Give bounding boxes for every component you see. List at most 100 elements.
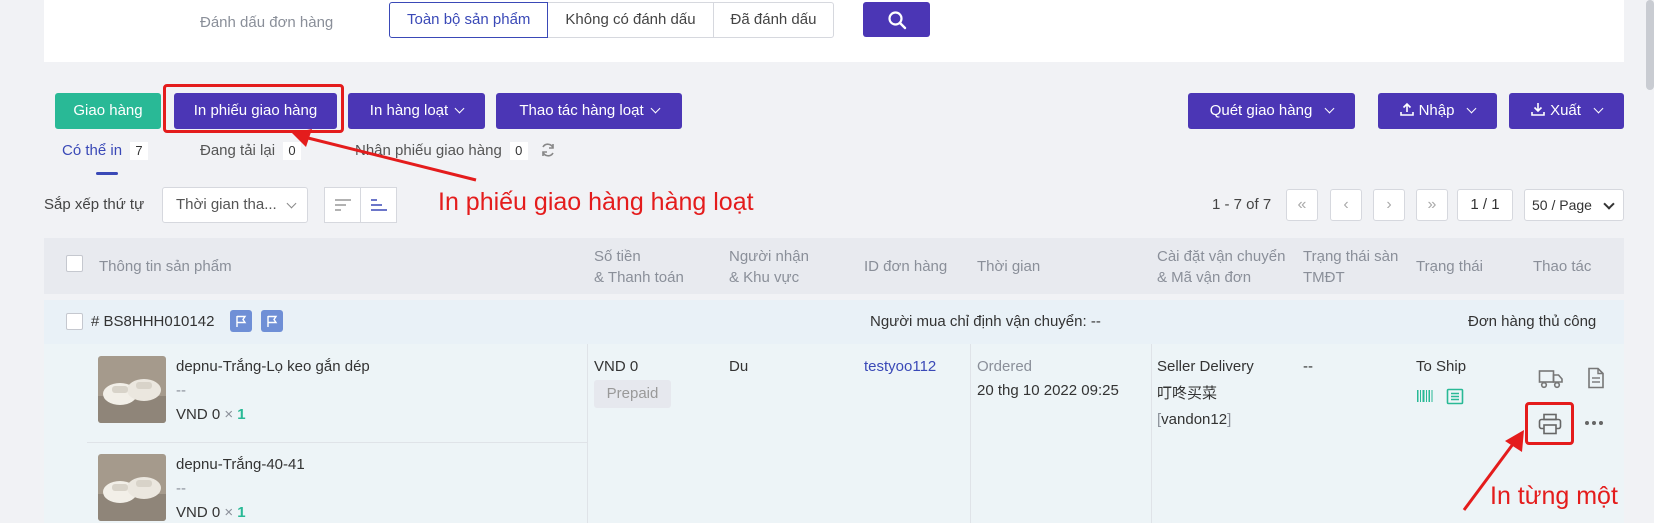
platform-status: -- [1303, 358, 1313, 375]
flag-icon[interactable] [261, 310, 283, 332]
more-icon[interactable] [1584, 419, 1604, 427]
product-variant: -- [176, 480, 186, 497]
carrier-cn: 叮咚买菜 [1157, 385, 1218, 402]
order-type: Đơn hàng thủ công [1468, 313, 1597, 330]
chevron-down-icon [1603, 198, 1615, 210]
header-receiver: Người nhận & Khu vực [729, 248, 809, 286]
download-icon [1531, 103, 1545, 116]
sort-label: Sắp xếp thứ tự [44, 196, 145, 213]
refresh-icon[interactable] [540, 142, 556, 158]
filter-marked[interactable]: Đã đánh dấu [712, 2, 835, 38]
upload-icon [1399, 102, 1414, 116]
column-divider [970, 344, 971, 523]
chevron-down-icon [454, 103, 465, 114]
receiver-name: Du [729, 358, 749, 375]
product-price-line: VND 0 × 1 [176, 406, 246, 423]
product-divider [87, 442, 587, 443]
prev-page-button[interactable]: ‹ [1330, 189, 1362, 221]
page-info: 1 - 7 of 7 [1212, 196, 1272, 213]
header-order-id: ID đơn hàng [864, 258, 948, 275]
order-status: To Ship [1416, 358, 1467, 375]
header-platform-status: Trạng thái sàn TMĐT [1303, 248, 1399, 286]
search-button[interactable] [863, 2, 930, 37]
filter-label: Đánh dấu đơn hàng [200, 14, 334, 31]
annotation-single-print: In từng một [1490, 482, 1618, 510]
tracking-number: [vandon12] [1157, 411, 1232, 428]
product-price-line: VND 0 × 1 [176, 504, 246, 521]
last-page-button[interactable]: » [1416, 189, 1448, 221]
chevron-down-icon [650, 103, 661, 114]
annotation-arrow [292, 129, 477, 182]
product-name: depnu-Trắng-40-41 [176, 456, 305, 473]
export-label: Xuất [1550, 102, 1581, 119]
scan-ship-dropdown[interactable]: Quét giao hàng [1188, 93, 1355, 129]
tab-reloading[interactable]: Đang tải lại 0 [200, 142, 302, 160]
order-amount: VND 0 [594, 358, 639, 375]
chevron-right-icon: › [1386, 196, 1392, 213]
batch-action-label: Thao tác hàng loạt [519, 102, 644, 119]
chevron-down-icon [1466, 103, 1477, 114]
header-shipping: Cài đặt vận chuyển & Mã vận đơn [1157, 248, 1286, 286]
page-input[interactable]: 1 / 1 [1457, 189, 1513, 221]
tab-count: 0 [509, 142, 528, 160]
annotation-batch-print: In phiếu giao hàng hàng loạt [438, 188, 754, 216]
double-chevron-right-icon: » [1427, 196, 1437, 213]
order-number: # BS8HHH010142 [91, 313, 215, 330]
header-time: Thời gian [977, 258, 1041, 275]
document-icon[interactable] [1587, 367, 1605, 389]
order-checkbox[interactable] [66, 313, 83, 330]
chevron-down-icon [1324, 103, 1335, 114]
time-label: Ordered [977, 358, 1033, 375]
tab-count: 7 [130, 142, 149, 160]
ship-button[interactable]: Giao hàng [55, 93, 161, 129]
page-size-select[interactable]: 50 / Page [1524, 189, 1624, 221]
scrollbar-thumb[interactable] [1646, 0, 1654, 90]
column-divider [1151, 344, 1152, 523]
barcode-icon[interactable] [1416, 388, 1434, 404]
page-size-value: 50 / Page [1532, 197, 1592, 213]
double-chevron-left-icon: « [1297, 196, 1307, 213]
search-icon [887, 10, 906, 29]
first-page-button[interactable]: « [1286, 189, 1318, 221]
sort-ascending-button[interactable] [360, 187, 397, 223]
filter-all-products[interactable]: Toàn bộ sản phẩm [389, 2, 549, 38]
carrier-name: Seller Delivery [1157, 358, 1254, 375]
tab-label: Đang tải lại [200, 142, 276, 159]
chevron-down-icon [1593, 103, 1604, 114]
product-image [98, 454, 166, 521]
time-value: 20 thg 10 2022 09:25 [977, 382, 1119, 399]
product-name: depnu-Trắng-Lọ keo gắn dép [176, 358, 370, 375]
chevron-left-icon: ‹ [1343, 196, 1349, 213]
sort-descending-button[interactable] [324, 187, 361, 223]
select-all-checkbox[interactable] [66, 255, 83, 272]
product-variant: -- [176, 382, 186, 399]
next-page-button[interactable]: › [1373, 189, 1405, 221]
truck-icon[interactable] [1538, 368, 1564, 390]
flag-icon[interactable] [230, 310, 252, 332]
header-product: Thông tin sản phẩm [99, 258, 232, 275]
tab-printable[interactable]: Có thể in 7 [62, 142, 149, 160]
header-amount: Số tiền & Thanh toán [594, 248, 684, 286]
payment-badge: Prepaid [594, 380, 671, 408]
import-dropdown[interactable]: Nhập [1378, 93, 1497, 129]
batch-print-dropdown[interactable]: In hàng loạt [348, 93, 485, 129]
batch-print-label: In hàng loạt [369, 102, 449, 119]
product-image [98, 356, 166, 423]
export-dropdown[interactable]: Xuất [1509, 93, 1624, 129]
import-label: Nhập [1418, 102, 1455, 119]
column-divider [587, 344, 588, 523]
sort-desc-icon [334, 199, 351, 211]
active-tab-indicator [96, 172, 118, 175]
chevron-down-icon [286, 198, 297, 209]
header-status: Trạng thái [1416, 258, 1483, 275]
buyer-shipping-note: Người mua chỉ định vận chuyển: -- [870, 313, 1101, 330]
filter-unmarked[interactable]: Không có đánh dấu [547, 2, 714, 38]
waybill-icon[interactable] [1446, 388, 1464, 405]
batch-action-dropdown[interactable]: Thao tác hàng loạt [496, 93, 682, 129]
mark-filter-segment: Toàn bộ sản phẩm Không có đánh dấu Đã đá… [389, 2, 835, 38]
annotation-highlight-box [1525, 402, 1574, 445]
header-action: Thao tác [1533, 258, 1592, 275]
sort-select[interactable]: Thời gian tha... [162, 187, 308, 223]
order-id-link[interactable]: testyoo112 [864, 358, 936, 375]
scan-ship-label: Quét giao hàng [1209, 102, 1313, 119]
